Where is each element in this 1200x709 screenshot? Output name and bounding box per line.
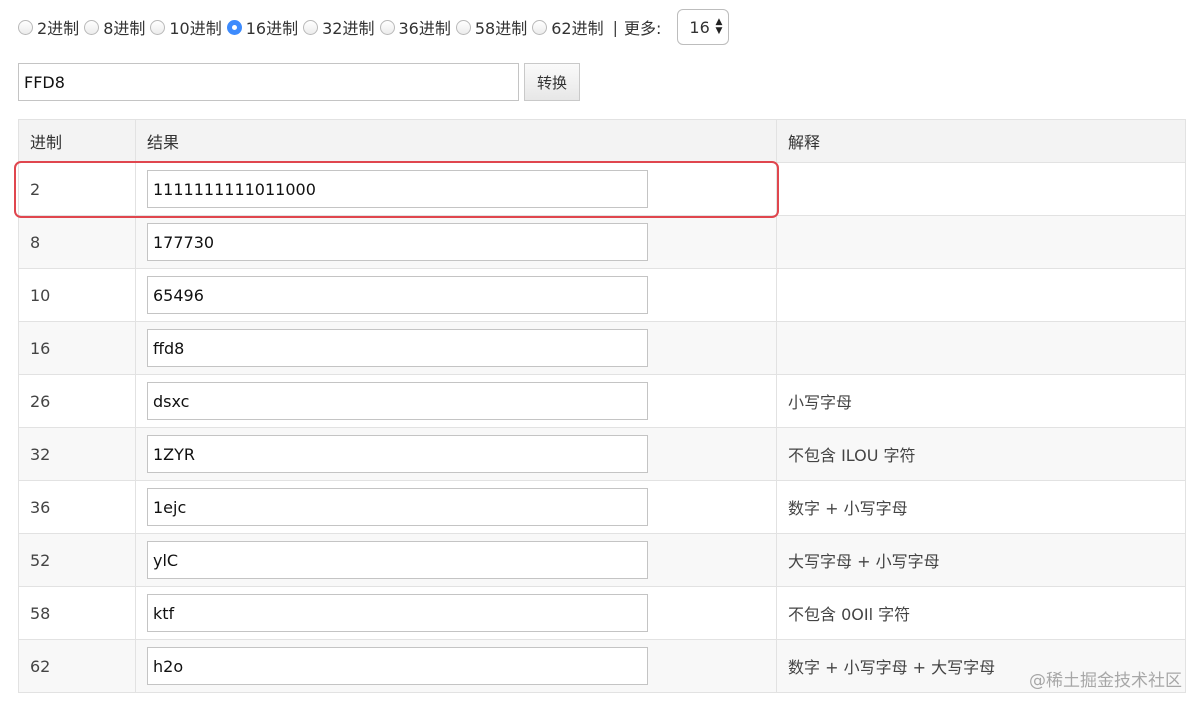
select-arrows-icon: ▲ ▼ — [715, 17, 723, 36]
table-body: 28101626 小写字母 32 不包含 ILOU 字符 36 数字 + 小写字母 52 大写… — [18, 162, 1186, 693]
header-result: 结果 — [135, 119, 777, 163]
result-input[interactable] — [147, 223, 648, 261]
radio-option[interactable]: 16进制 — [226, 15, 299, 39]
radio-unchecked-icon[interactable] — [84, 19, 100, 35]
base-cell: 16 — [18, 321, 136, 375]
radio-label: 58进制 — [474, 19, 528, 38]
radio-checked-icon[interactable] — [226, 19, 242, 35]
explain-cell — [776, 268, 1186, 322]
table-row: 62数字 + 小写字母 + 大写字母 — [18, 639, 1186, 693]
result-input[interactable] — [147, 170, 648, 208]
table-row: 8 — [18, 215, 1186, 269]
radio-option[interactable]: 58进制 — [455, 15, 528, 39]
radio-label: 32进制 — [322, 19, 375, 38]
radio-label: 62进制 — [551, 19, 604, 38]
result-input[interactable] — [147, 276, 648, 314]
page: 2进制 8进制 10进制 16进制 32进制 36进制 58进制 62进制 | 更多: 16 … — [0, 0, 1200, 709]
table-row: 32 不包含 ILOU 字符 — [18, 427, 1186, 481]
header-base: 进制 — [18, 119, 136, 163]
radio-option[interactable]: 62进制 — [532, 15, 604, 39]
result-cell — [135, 639, 777, 693]
base-cell: 32 — [18, 427, 136, 481]
result-cell — [135, 321, 777, 375]
radio-unchecked-icon[interactable] — [455, 19, 471, 35]
table-row: 58 不包含 0OIl 字符 — [18, 586, 1186, 640]
radio-label: 8进制 — [103, 19, 146, 38]
explain-cell — [776, 215, 1186, 269]
number-input[interactable] — [18, 63, 519, 101]
radio-label: 16进制 — [245, 19, 299, 38]
radio-unchecked-icon[interactable] — [150, 19, 166, 35]
result-cell — [135, 480, 777, 534]
table-header-row: 进制 结果 解释 — [18, 119, 1186, 163]
base-cell: 62 — [18, 639, 136, 693]
radio-label: 36进制 — [398, 19, 451, 38]
result-input[interactable] — [147, 647, 648, 685]
table-row: 36 数字 + 小写字母 — [18, 480, 1186, 534]
radio-option[interactable]: 32进制 — [303, 15, 375, 39]
convert-button[interactable]: 转换 — [524, 63, 580, 101]
header-explain: 解释 — [776, 119, 1186, 163]
base-cell: 2 — [18, 162, 136, 216]
explain-cell: 数字 + 小写字母 — [776, 480, 1186, 534]
result-input[interactable] — [147, 329, 648, 367]
table-row: 26 小写字母 — [18, 374, 1186, 428]
base-cell: 58 — [18, 586, 136, 640]
radio-unchecked-icon[interactable] — [379, 19, 395, 35]
radio-options: 2进制 8进制 10进制 16进制 32进制 36进制 58进制 62进制 — [18, 15, 609, 39]
explain-cell: 小写字母 — [776, 374, 1186, 428]
result-cell — [135, 268, 777, 322]
radio-option[interactable]: 2进制 — [18, 15, 79, 39]
result-input[interactable] — [147, 594, 648, 632]
more-separator: | — [612, 17, 619, 37]
radio-unchecked-icon[interactable] — [303, 19, 319, 35]
explain-cell: 不包含 ILOU 字符 — [776, 427, 1186, 481]
result-cell — [135, 374, 777, 428]
base-cell: 52 — [18, 533, 136, 587]
base-cell: 8 — [18, 215, 136, 269]
base-cell: 26 — [18, 374, 136, 428]
radio-option[interactable]: 10进制 — [150, 15, 222, 39]
radix-select[interactable]: 16 ▲ ▼ — [677, 9, 730, 45]
result-cell — [135, 586, 777, 640]
result-input[interactable] — [147, 382, 648, 420]
explain-cell: 大写字母 + 小写字母 — [776, 533, 1186, 587]
radio-option[interactable]: 36进制 — [379, 15, 451, 39]
watermark: @稀土掘金技术社区 — [1029, 671, 1182, 691]
result-cell — [135, 533, 777, 587]
result-input[interactable] — [147, 541, 648, 579]
explain-cell — [776, 321, 1186, 375]
table-row: 10 — [18, 268, 1186, 322]
result-cell — [135, 427, 777, 481]
result-input[interactable] — [147, 435, 648, 473]
more-label: 更多: — [624, 19, 662, 38]
radix-radio-group: 2进制 8进制 10进制 16进制 32进制 36进制 58进制 62进制 | 更多: 16 … — [18, 9, 730, 45]
radio-unchecked-icon[interactable] — [18, 19, 33, 35]
radio-option[interactable]: 8进制 — [84, 15, 145, 39]
radio-unchecked-icon[interactable] — [532, 19, 548, 35]
result-cell — [135, 215, 777, 269]
table-row: 16 — [18, 321, 1186, 375]
base-cell: 10 — [18, 268, 136, 322]
table-row: 52 大写字母 + 小写字母 — [18, 533, 1186, 587]
radix-select-value: 16 — [689, 17, 710, 37]
radio-label: 2进制 — [37, 19, 80, 38]
explain-cell: 不包含 0OIl 字符 — [776, 586, 1186, 640]
result-table: 进制 结果 解释 28101626 小写字母 32 不包含 ILOU 字符 36 数字 +… — [18, 119, 1186, 693]
base-cell: 36 — [18, 480, 136, 534]
explain-cell — [776, 162, 1186, 216]
result-input[interactable] — [147, 488, 648, 526]
result-cell — [135, 162, 777, 216]
table-row: 2 — [18, 162, 1186, 216]
radio-label: 10进制 — [169, 19, 222, 38]
